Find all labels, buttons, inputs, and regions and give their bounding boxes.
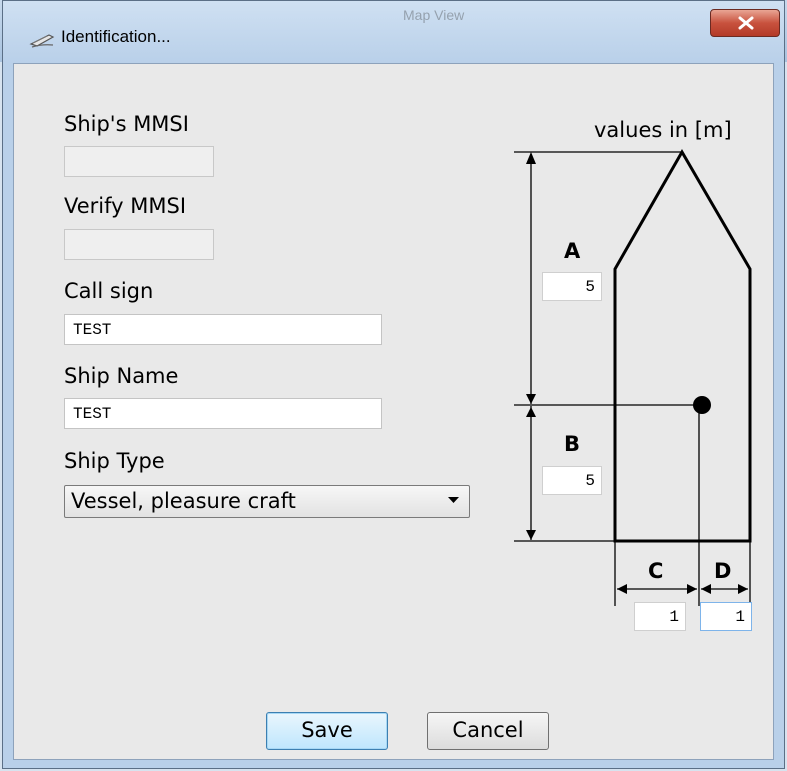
identification-dialog: Identification... Map View Ship's MMSI V… [2,0,785,769]
cancel-button[interactable]: Cancel [427,712,549,750]
dimension-d-input[interactable]: 1 [700,602,752,631]
ship-dimension-diagram [514,148,752,606]
dimension-b-label: B [564,432,581,456]
ship-outline [613,148,752,543]
dimension-a-label: A [564,239,581,263]
dimension-c-input[interactable]: 1 [634,602,686,631]
close-button[interactable] [710,9,780,37]
dimension-a-input[interactable]: 5 [542,272,602,301]
dimension-b-input[interactable]: 5 [542,466,602,495]
background-window-title: Map View [403,7,465,23]
close-icon [738,16,754,30]
ship-icon [29,34,55,48]
dialog-content: Ship's MMSI Verify MMSI Call sign TEST S… [13,63,774,760]
title-bar[interactable]: Identification... Map View [3,1,784,63]
dimension-c-label: C [648,559,664,583]
antenna-reference-point [693,396,711,414]
window-title: Identification... [61,27,171,46]
dimension-d-label: D [714,559,732,583]
save-button[interactable]: Save [266,712,388,750]
